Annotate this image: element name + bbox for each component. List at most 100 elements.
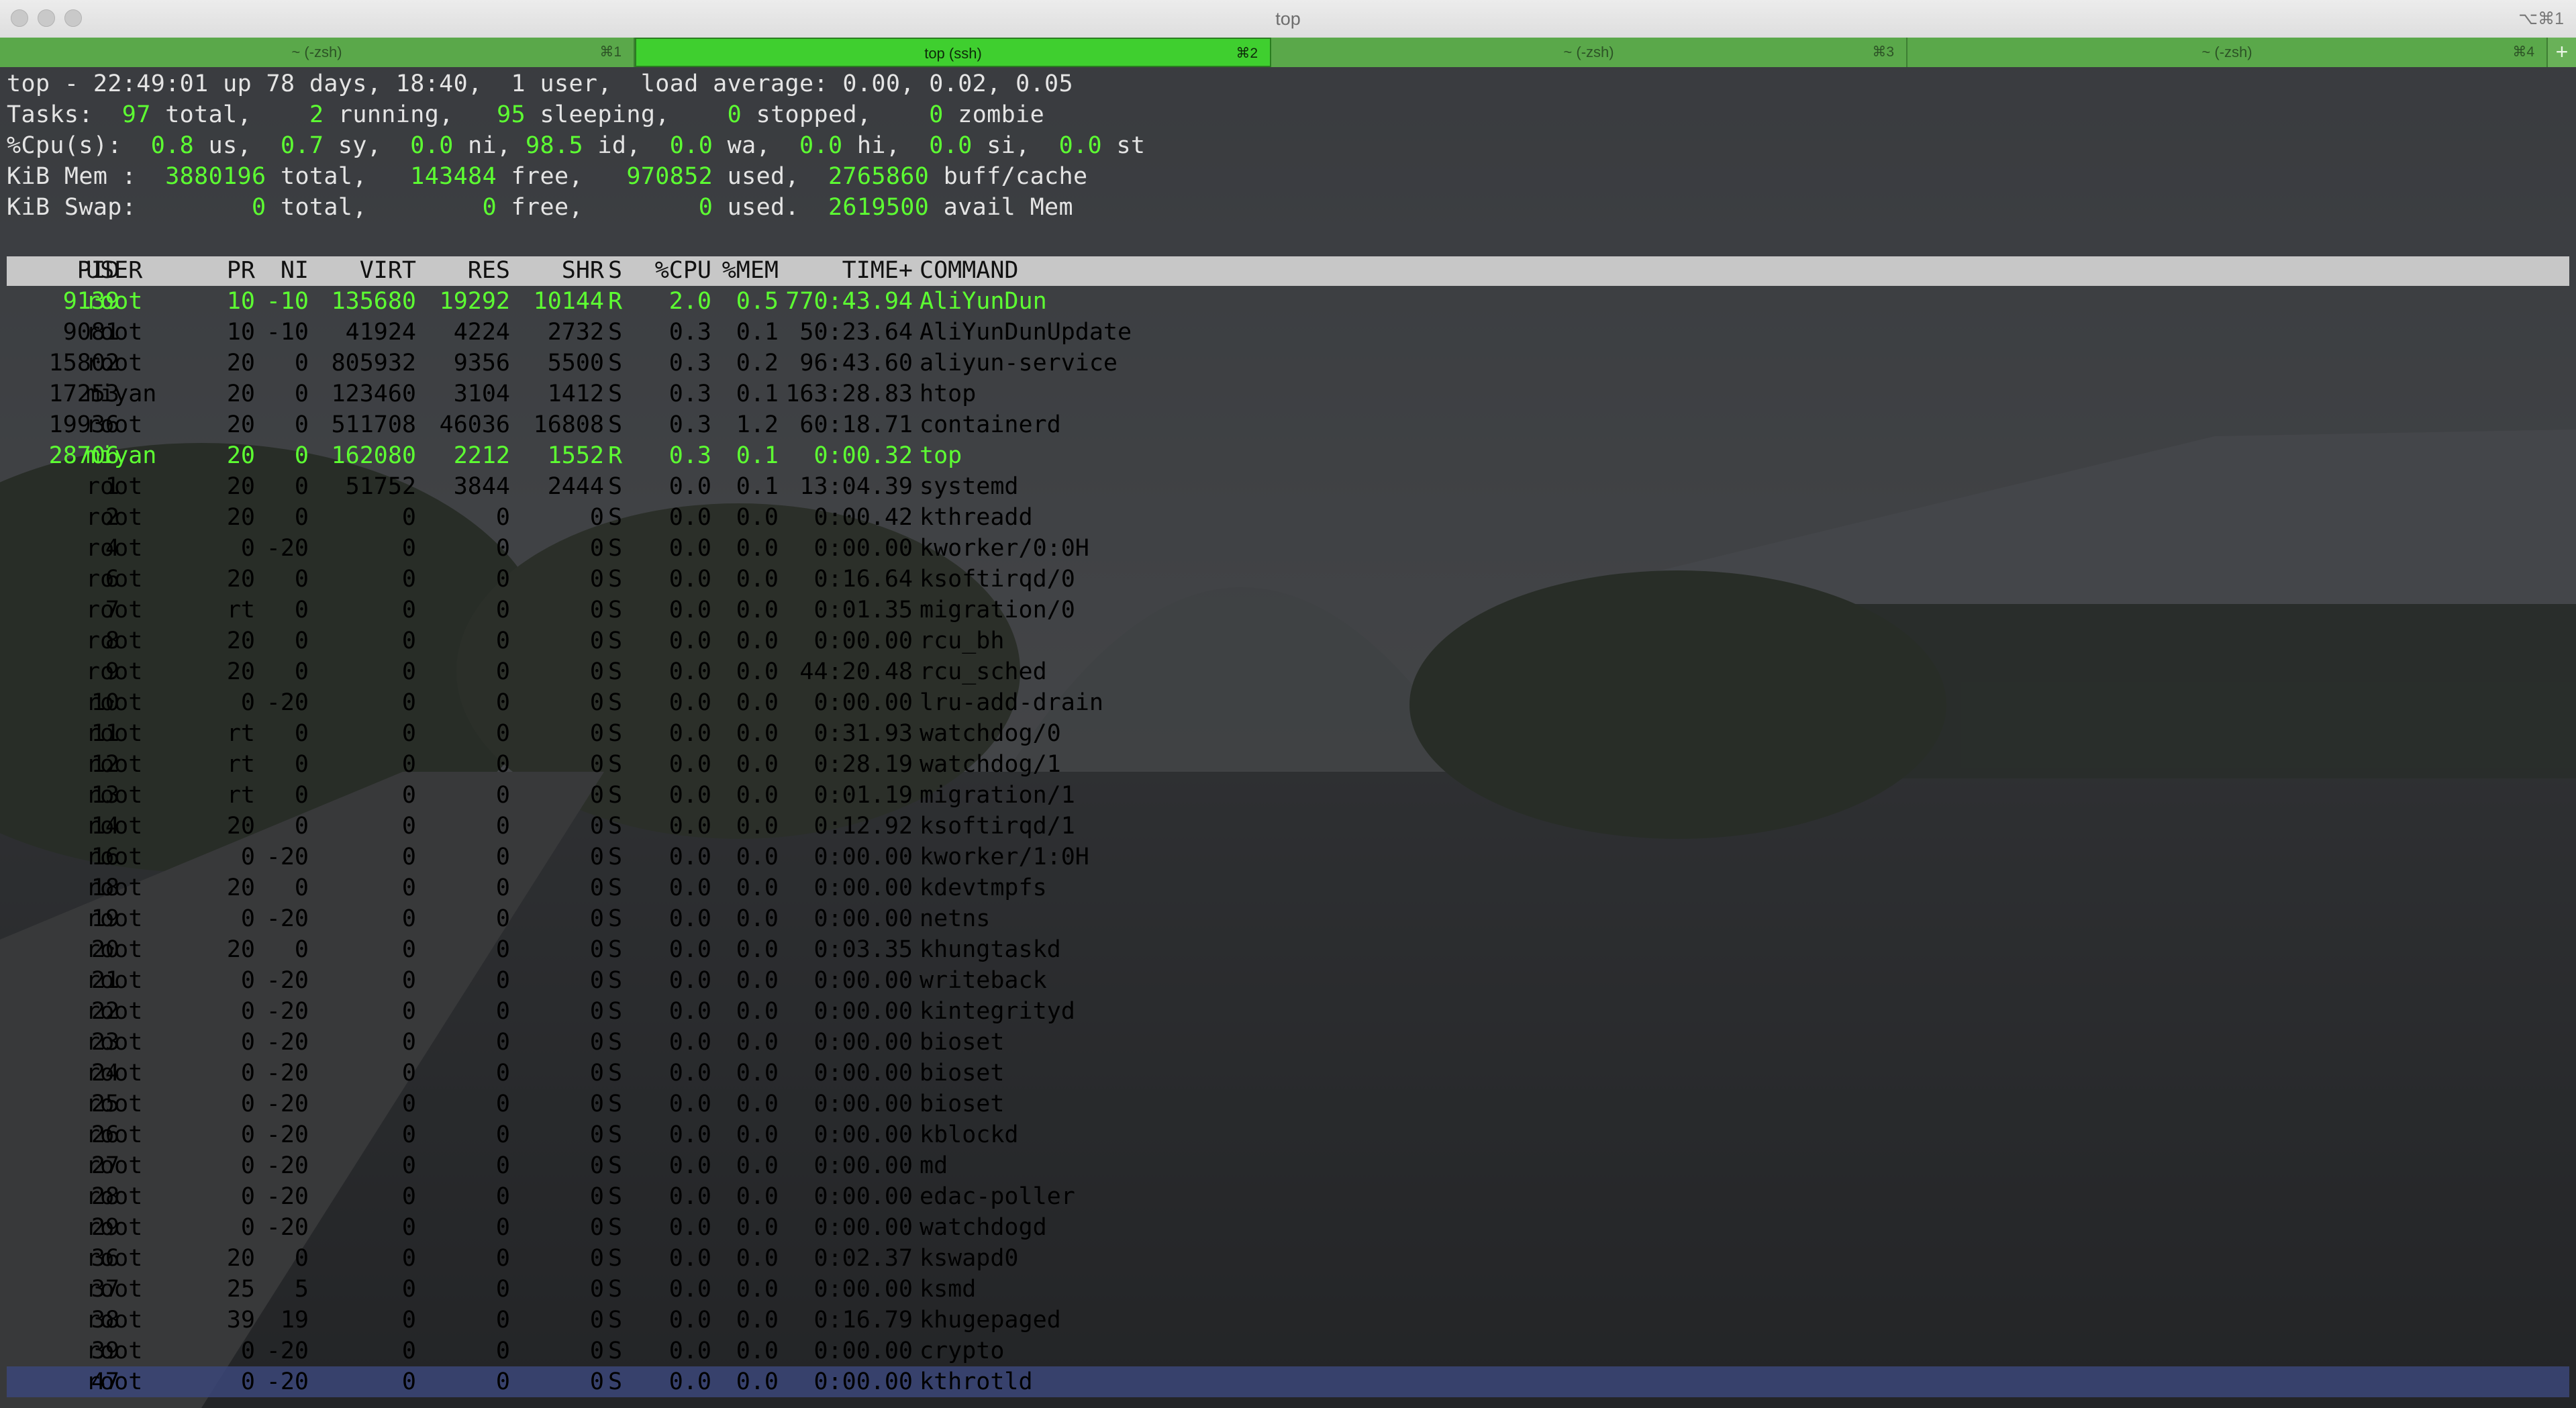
cell-state: S xyxy=(608,1029,623,1056)
process-row[interactable]: 9 root 20 0 0 0 0 S 0.0 0.0 44:20.48 rcu_sched xyxy=(7,656,1215,687)
column-header-cpu[interactable]: %CPU xyxy=(644,255,711,286)
process-row[interactable]: 13 root rt 0 0 0 0 S 0.0 0.0 0:01.19 migration/1 xyxy=(7,780,1215,811)
cell-cpu: 0.0 xyxy=(668,1029,711,1056)
process-row[interactable]: 6 root 20 0 0 0 0 S 0.0 0.0 0:16.64 ksoftirqd/0 xyxy=(7,564,1215,595)
cpu-id: 98.5 xyxy=(526,132,583,159)
process-row[interactable]: 16 root 0 -20 0 0 0 S 0.0 0.0 0:00.00 kworker/1:0H xyxy=(7,842,1215,872)
cell-pr: 10 xyxy=(226,288,255,315)
cell-command: writeback xyxy=(920,967,1047,994)
cell-command: kswapd0 xyxy=(920,1245,1019,1272)
tab-shortcut: ⌘3 xyxy=(1872,44,1894,60)
cell-pr: 20 xyxy=(226,350,255,376)
cell-time: 0:00.00 xyxy=(813,535,913,562)
cell-mem: 0.0 xyxy=(736,720,779,747)
process-row[interactable]: 47 root 0 -20 0 0 0 S 0.0 0.0 0:00.00 kthrotld xyxy=(7,1366,1215,1397)
tab-zsh-4[interactable]: ~ (-zsh) ⌘4 xyxy=(1908,38,2548,67)
cell-time: 0:00.00 xyxy=(813,1060,913,1087)
process-row[interactable]: 9139 root 10 -10 135680 19292 10144 R 2.0 0.5 770:… xyxy=(7,286,1215,317)
cell-shr: 0 xyxy=(589,504,604,531)
cell-mem: 0.2 xyxy=(736,350,779,376)
process-row[interactable]: 25 root 0 -20 0 0 0 S 0.0 0.0 0:00.00 bioset xyxy=(7,1089,1215,1119)
process-row[interactable]: 12 root rt 0 0 0 0 S 0.0 0.0 0:28.19 watchdog/1 xyxy=(7,749,1215,780)
column-header-mem[interactable]: %MEM xyxy=(711,255,779,286)
process-row[interactable]: 8 root 20 0 0 0 0 S 0.0 0.0 0:00.00 rcu_bh xyxy=(7,625,1215,656)
cell-cpu: 2.0 xyxy=(668,288,711,315)
process-row[interactable]: 39 root 0 -20 0 0 0 S 0.0 0.0 0:00.00 crypto xyxy=(7,1336,1215,1366)
mem-buff-cache: 2765860 xyxy=(828,163,930,190)
cell-shr: 0 xyxy=(589,1214,604,1241)
cell-time: 0:00.00 xyxy=(813,844,913,870)
process-row[interactable]: 20 root 20 0 0 0 0 S 0.0 0.0 0:03.35 khungtaskd xyxy=(7,934,1215,965)
column-header-ni[interactable]: NI xyxy=(255,255,309,286)
process-row[interactable]: 36 root 20 0 0 0 0 S 0.0 0.0 0:02.37 kswapd0 xyxy=(7,1243,1215,1274)
process-row[interactable]: 26 root 0 -20 0 0 0 S 0.0 0.0 0:00.00 kblockd xyxy=(7,1119,1215,1150)
process-row[interactable]: 21 root 0 -20 0 0 0 S 0.0 0.0 0:00.00 writeback xyxy=(7,965,1215,996)
tab-top-ssh[interactable]: top (ssh) ⌘2 xyxy=(635,38,1271,67)
new-tab-button[interactable]: + xyxy=(2548,38,2576,67)
cell-mem: 0.0 xyxy=(736,967,779,994)
cell-shr: 0 xyxy=(589,1091,604,1117)
cell-state: S xyxy=(608,813,623,840)
cell-res: 46036 xyxy=(439,411,510,438)
process-row[interactable]: 28706 miyan 20 0 162080 2212 1552 R 0.3 0.1 0:00.3… xyxy=(7,440,1215,471)
cell-cpu: 0.0 xyxy=(668,658,711,685)
process-row[interactable]: 4 root 0 -20 0 0 0 S 0.0 0.0 0:00.00 kworker/0:0H xyxy=(7,533,1215,564)
column-header-res[interactable]: RES xyxy=(416,255,510,286)
cell-shr: 16808 xyxy=(533,411,604,438)
cell-ni: 0 xyxy=(294,874,309,901)
cell-ni: 0 xyxy=(294,381,309,407)
process-row[interactable]: 10 root 0 -20 0 0 0 S 0.0 0.0 0:00.00 lru-add-drain xyxy=(7,687,1215,718)
process-row[interactable]: 23 root 0 -20 0 0 0 S 0.0 0.0 0:00.00 bioset xyxy=(7,1027,1215,1058)
column-header-shr[interactable]: SHR xyxy=(510,255,604,286)
column-header-time[interactable]: TIME+ xyxy=(779,255,913,286)
tab-label: ~ (-zsh) xyxy=(2201,44,2252,60)
tasks-line: Tasks: 97 total, 2 running, 95 sleeping,… xyxy=(7,101,1045,128)
process-row[interactable]: 2 root 20 0 0 0 0 S 0.0 0.0 0:00.42 kthreadd xyxy=(7,502,1215,533)
cell-command: md xyxy=(920,1152,948,1179)
cell-shr: 0 xyxy=(589,566,604,593)
cell-mem: 0.0 xyxy=(736,1245,779,1272)
cell-ni: -20 xyxy=(266,1091,309,1117)
process-row[interactable]: 28 root 0 -20 0 0 0 S 0.0 0.0 0:00.00 edac-poller xyxy=(7,1181,1215,1212)
cell-cpu: 0.0 xyxy=(668,1307,711,1334)
process-row[interactable]: 18 root 20 0 0 0 0 S 0.0 0.0 0:00.00 kdevtmpfs xyxy=(7,872,1215,903)
cell-shr: 0 xyxy=(589,751,604,778)
process-row[interactable]: 19 root 0 -20 0 0 0 S 0.0 0.0 0:00.00 netns xyxy=(7,903,1215,934)
column-header-virt[interactable]: VIRT xyxy=(309,255,416,286)
cell-res: 0 xyxy=(495,1368,510,1395)
cell-time: 44:20.48 xyxy=(799,658,913,685)
cell-shr: 0 xyxy=(589,1029,604,1056)
process-row[interactable]: 7 root rt 0 0 0 0 S 0.0 0.0 0:01.35 migration/0 xyxy=(7,595,1215,625)
process-row[interactable]: 29 root 0 -20 0 0 0 S 0.0 0.0 0:00.00 watchdogd xyxy=(7,1212,1215,1243)
cell-virt: 0 xyxy=(401,1060,416,1087)
cell-ni: -10 xyxy=(266,319,309,346)
column-header-command[interactable]: COMMAND xyxy=(920,255,1215,286)
cell-ni: -20 xyxy=(266,1029,309,1056)
cpu-us: 0.8 xyxy=(150,132,195,159)
process-row[interactable]: 15802 root 20 0 805932 9356 5500 S 0.3 0.2 96:43.6… xyxy=(7,348,1215,379)
tab-zsh-1[interactable]: ~ (-zsh) ⌘1 xyxy=(0,38,635,67)
process-row[interactable]: 22 root 0 -20 0 0 0 S 0.0 0.0 0:00.00 kintegrityd xyxy=(7,996,1215,1027)
process-row[interactable]: 9081 root 10 -10 41924 4224 2732 S 0.3 0.1 50:23.6… xyxy=(7,317,1215,348)
cell-pr: 0 xyxy=(240,1152,255,1179)
column-header-pr[interactable]: PR xyxy=(195,255,255,286)
process-row[interactable]: 14 root 20 0 0 0 0 S 0.0 0.0 0:12.92 ksoftirqd/1 xyxy=(7,811,1215,842)
cell-shr: 1412 xyxy=(547,381,604,407)
cell-mem: 0.1 xyxy=(736,319,779,346)
cell-time: 60:18.71 xyxy=(799,411,913,438)
process-row[interactable]: 11 root rt 0 0 0 0 S 0.0 0.0 0:31.93 watchdog/0 xyxy=(7,718,1215,749)
tab-zsh-3[interactable]: ~ (-zsh) ⌘3 xyxy=(1271,38,1908,67)
process-row[interactable]: 19936 root 20 0 511708 46036 16808 S 0.3 1.2 60:18… xyxy=(7,409,1215,440)
process-row[interactable]: 17253 miyan 20 0 123460 3104 1412 S 0.3 0.1 163:28… xyxy=(7,379,1215,409)
column-header-state[interactable]: S xyxy=(608,255,635,286)
process-row[interactable]: 1 root 20 0 51752 3844 2444 S 0.0 0.1 13:04.39 syst… xyxy=(7,471,1215,502)
process-row[interactable]: 38 root 39 19 0 0 0 S 0.0 0.0 0:16.79 khugepaged xyxy=(7,1305,1215,1336)
cell-command: migration/1 xyxy=(920,782,1075,809)
process-row[interactable]: 27 root 0 -20 0 0 0 S 0.0 0.0 0:00.00 md xyxy=(7,1150,1215,1181)
cell-command: kthrotld xyxy=(920,1368,1033,1395)
cell-virt: 0 xyxy=(401,1029,416,1056)
cell-pr: 20 xyxy=(226,473,255,500)
cell-time: 0:00.00 xyxy=(813,967,913,994)
process-row[interactable]: 24 root 0 -20 0 0 0 S 0.0 0.0 0:00.00 bioset xyxy=(7,1058,1215,1089)
process-row[interactable]: 37 root 25 5 0 0 0 S 0.0 0.0 0:00.00 ksmd xyxy=(7,1274,1215,1305)
